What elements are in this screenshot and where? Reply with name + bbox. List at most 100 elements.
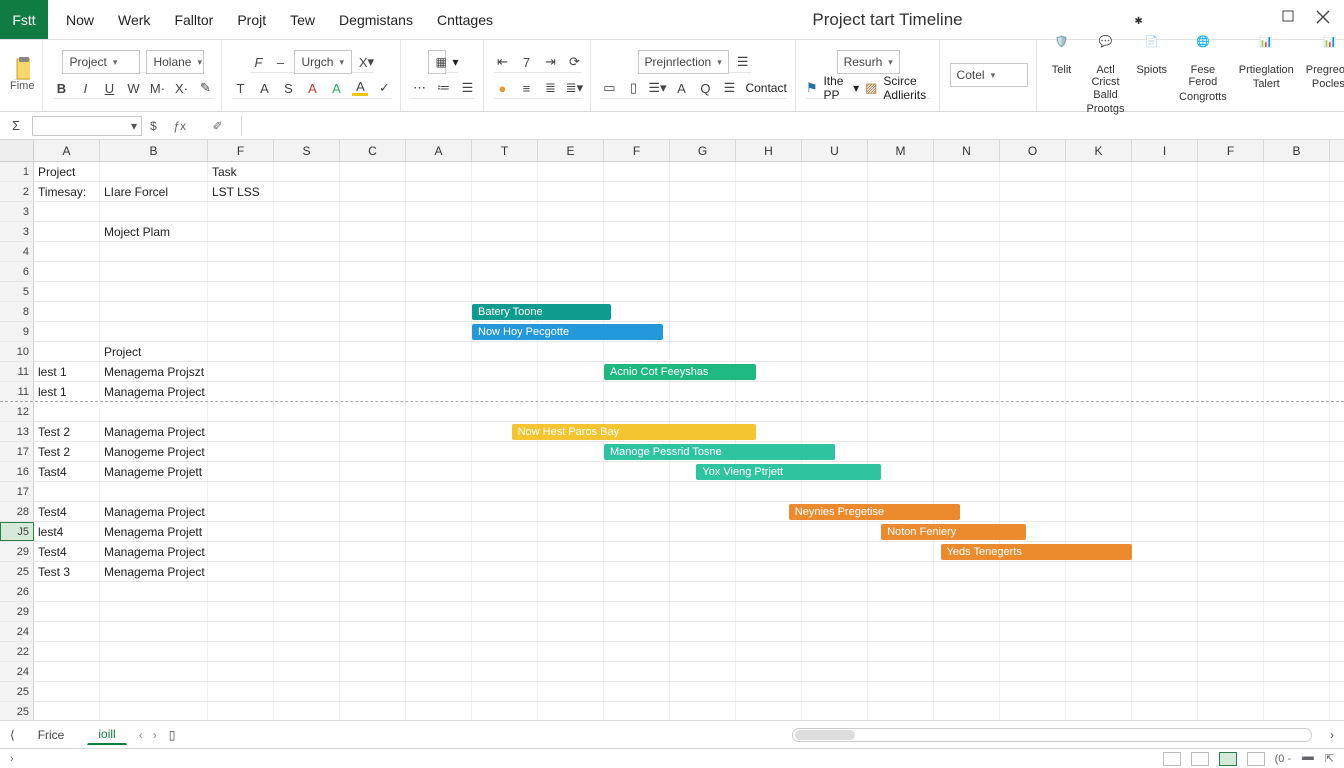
cell[interactable] (670, 242, 736, 261)
italic-icon[interactable]: I (77, 80, 93, 96)
cell[interactable]: Timesay: (34, 182, 100, 201)
cell[interactable] (208, 442, 274, 461)
dollar-icon[interactable]: $ (150, 119, 157, 133)
table-row[interactable]: 4 (0, 242, 1344, 262)
cell[interactable] (1000, 242, 1066, 261)
cell[interactable] (100, 602, 208, 621)
cell[interactable] (274, 262, 340, 281)
cell[interactable] (934, 262, 1000, 281)
cell[interactable] (538, 262, 604, 281)
cell[interactable]: Test 2 (34, 422, 100, 441)
cell[interactable] (1000, 182, 1066, 201)
name-box[interactable]: ▾ (32, 116, 142, 136)
cell[interactable] (1264, 622, 1330, 641)
cell[interactable] (274, 522, 340, 541)
cell[interactable] (340, 322, 406, 341)
cell[interactable]: lest 1 (34, 382, 100, 401)
gantt-bar[interactable]: Batery Toone (472, 304, 611, 320)
cell[interactable] (1198, 662, 1264, 681)
font-a1-icon[interactable]: A (256, 80, 272, 96)
cell[interactable] (868, 562, 934, 581)
paste-icon[interactable] (14, 61, 30, 77)
table-row[interactable]: 9 (0, 322, 1344, 342)
cell[interactable] (340, 382, 406, 401)
table-row[interactable]: 16Tast4Manageme Projett (0, 462, 1344, 482)
flag-icon[interactable]: ⚑ (806, 80, 818, 96)
cell[interactable] (1132, 562, 1198, 581)
cell[interactable] (670, 562, 736, 581)
cell[interactable] (1132, 502, 1198, 521)
cell[interactable] (406, 542, 472, 561)
cell[interactable]: Managema Project (100, 382, 208, 401)
cell[interactable] (340, 622, 406, 641)
table-row[interactable]: 25Test 3Menagema Project (0, 562, 1344, 582)
sheet-tab-1[interactable]: Frice (27, 725, 76, 745)
bullets-icon[interactable]: ⋯ (411, 80, 427, 96)
cell[interactable] (1066, 242, 1132, 261)
font-name-combo[interactable]: Project▾ (62, 50, 140, 74)
cell[interactable] (1264, 342, 1330, 361)
cell[interactable] (604, 622, 670, 641)
cell[interactable] (1264, 562, 1330, 581)
cell[interactable] (802, 642, 868, 661)
cell[interactable] (340, 482, 406, 501)
cell[interactable] (406, 502, 472, 521)
cell[interactable] (934, 482, 1000, 501)
cell[interactable] (1132, 522, 1198, 541)
gantt-bar[interactable]: Yox Vieng Ptrjett (696, 464, 881, 480)
cell[interactable] (670, 202, 736, 221)
cell[interactable] (604, 202, 670, 221)
cell[interactable] (208, 462, 274, 481)
cell[interactable] (1000, 602, 1066, 621)
cell[interactable] (538, 162, 604, 181)
cell[interactable] (868, 362, 934, 381)
cell[interactable] (1000, 222, 1066, 241)
scroll-thumb[interactable] (795, 730, 855, 740)
cell[interactable] (538, 442, 604, 461)
cell[interactable] (208, 202, 274, 221)
cell[interactable] (406, 642, 472, 661)
cell[interactable] (538, 522, 604, 541)
menu-projt[interactable]: Projt (237, 12, 266, 28)
cell[interactable] (802, 282, 868, 301)
cell[interactable] (670, 662, 736, 681)
cell[interactable] (208, 582, 274, 601)
cell[interactable] (340, 302, 406, 321)
cell[interactable] (472, 502, 538, 521)
cell[interactable] (538, 602, 604, 621)
cell[interactable] (868, 602, 934, 621)
cell[interactable] (934, 362, 1000, 381)
cell[interactable] (1066, 262, 1132, 281)
cotel-combo[interactable]: Cotel▾ (950, 63, 1028, 87)
cell[interactable] (934, 622, 1000, 641)
cell[interactable] (406, 422, 472, 441)
cell[interactable] (274, 622, 340, 641)
row-header[interactable]: 25 (0, 562, 34, 581)
col-header-I-16[interactable]: I (1132, 140, 1198, 161)
clear-icon[interactable]: ✎ (197, 80, 213, 96)
cell[interactable] (934, 642, 1000, 661)
cell[interactable] (538, 202, 604, 221)
cell[interactable] (868, 402, 934, 421)
cell[interactable] (604, 682, 670, 701)
table-row[interactable]: 5 (0, 282, 1344, 302)
row-header[interactable]: 8 (0, 302, 34, 321)
cell[interactable] (1264, 242, 1330, 261)
cell[interactable] (274, 402, 340, 421)
cell[interactable] (1066, 622, 1132, 641)
cell[interactable] (670, 222, 736, 241)
cell[interactable] (538, 662, 604, 681)
cell[interactable] (208, 602, 274, 621)
cell[interactable] (604, 582, 670, 601)
cell[interactable] (274, 282, 340, 301)
cell[interactable] (406, 662, 472, 681)
indent-inc-icon[interactable]: ⇥ (542, 54, 558, 70)
check-icon[interactable]: ✓ (376, 80, 392, 96)
cell[interactable] (208, 642, 274, 661)
cell[interactable] (208, 702, 274, 720)
cell[interactable] (208, 242, 274, 261)
cell[interactable] (670, 622, 736, 641)
cell[interactable] (406, 162, 472, 181)
cell[interactable] (406, 302, 472, 321)
col-header-C-4[interactable]: C (340, 140, 406, 161)
